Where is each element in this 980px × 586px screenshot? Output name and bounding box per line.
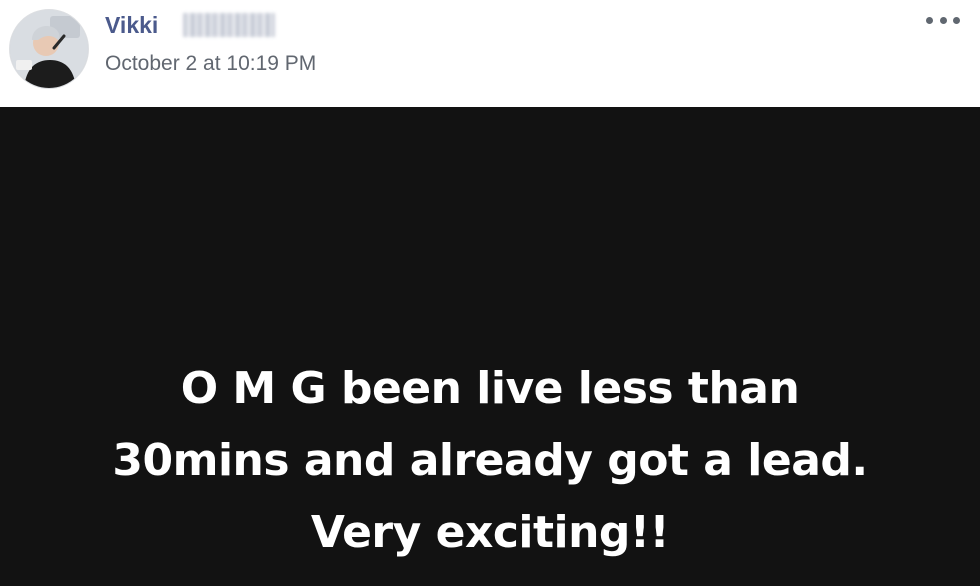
- dot: [939, 16, 947, 24]
- status-background-card: O M G been live less than 30mins and alr…: [0, 107, 980, 586]
- avatar-photo-icon: [10, 10, 88, 88]
- post-timestamp[interactable]: October 2 at 10:19 PM: [105, 50, 316, 78]
- post-header: Vikki October 2 at 10:19 PM: [0, 0, 980, 107]
- dot: [953, 16, 960, 24]
- more-options-icon[interactable]: [926, 10, 960, 30]
- dot: [926, 16, 933, 24]
- status-line: O M G been live less than: [180, 363, 800, 414]
- avatar[interactable]: [9, 9, 89, 89]
- status-line: 30mins and already got a lead.: [112, 435, 868, 486]
- status-line: Very exciting!!: [310, 507, 670, 558]
- redacted-surname: [183, 13, 275, 37]
- status-text: O M G been live less than 30mins and alr…: [20, 353, 960, 569]
- author-name[interactable]: Vikki: [105, 10, 158, 40]
